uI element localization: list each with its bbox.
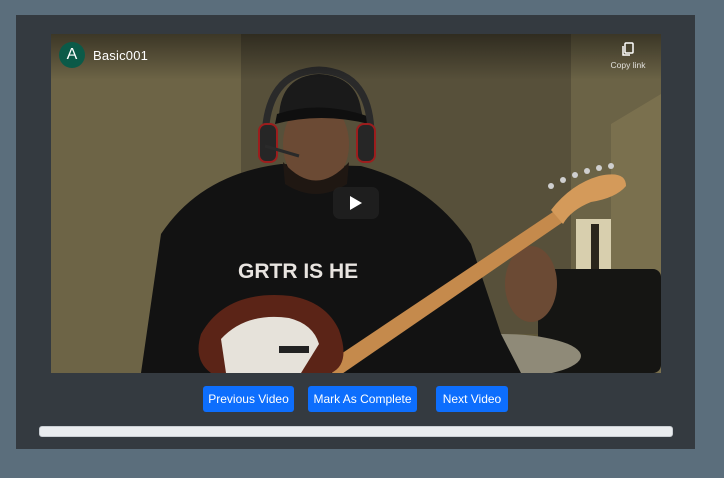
- play-button[interactable]: [333, 187, 379, 219]
- copy-icon: [622, 42, 634, 56]
- course-video-panel: GRTR IS HE A Basic001 Copy link Previous…: [16, 15, 695, 449]
- play-icon: [350, 196, 362, 210]
- copy-link-button[interactable]: Copy link: [601, 42, 655, 70]
- channel-avatar[interactable]: A: [59, 42, 85, 68]
- mark-as-complete-button[interactable]: Mark As Complete: [308, 386, 417, 412]
- video-title[interactable]: Basic001: [93, 48, 148, 63]
- course-progress-bar: [39, 426, 673, 437]
- copy-link-label: Copy link: [610, 60, 646, 70]
- video-player[interactable]: GRTR IS HE A Basic001 Copy link: [51, 34, 661, 373]
- hoodie-print: GRTR IS HE: [238, 260, 358, 283]
- next-video-button[interactable]: Next Video: [436, 386, 508, 412]
- previous-video-button[interactable]: Previous Video: [203, 386, 294, 412]
